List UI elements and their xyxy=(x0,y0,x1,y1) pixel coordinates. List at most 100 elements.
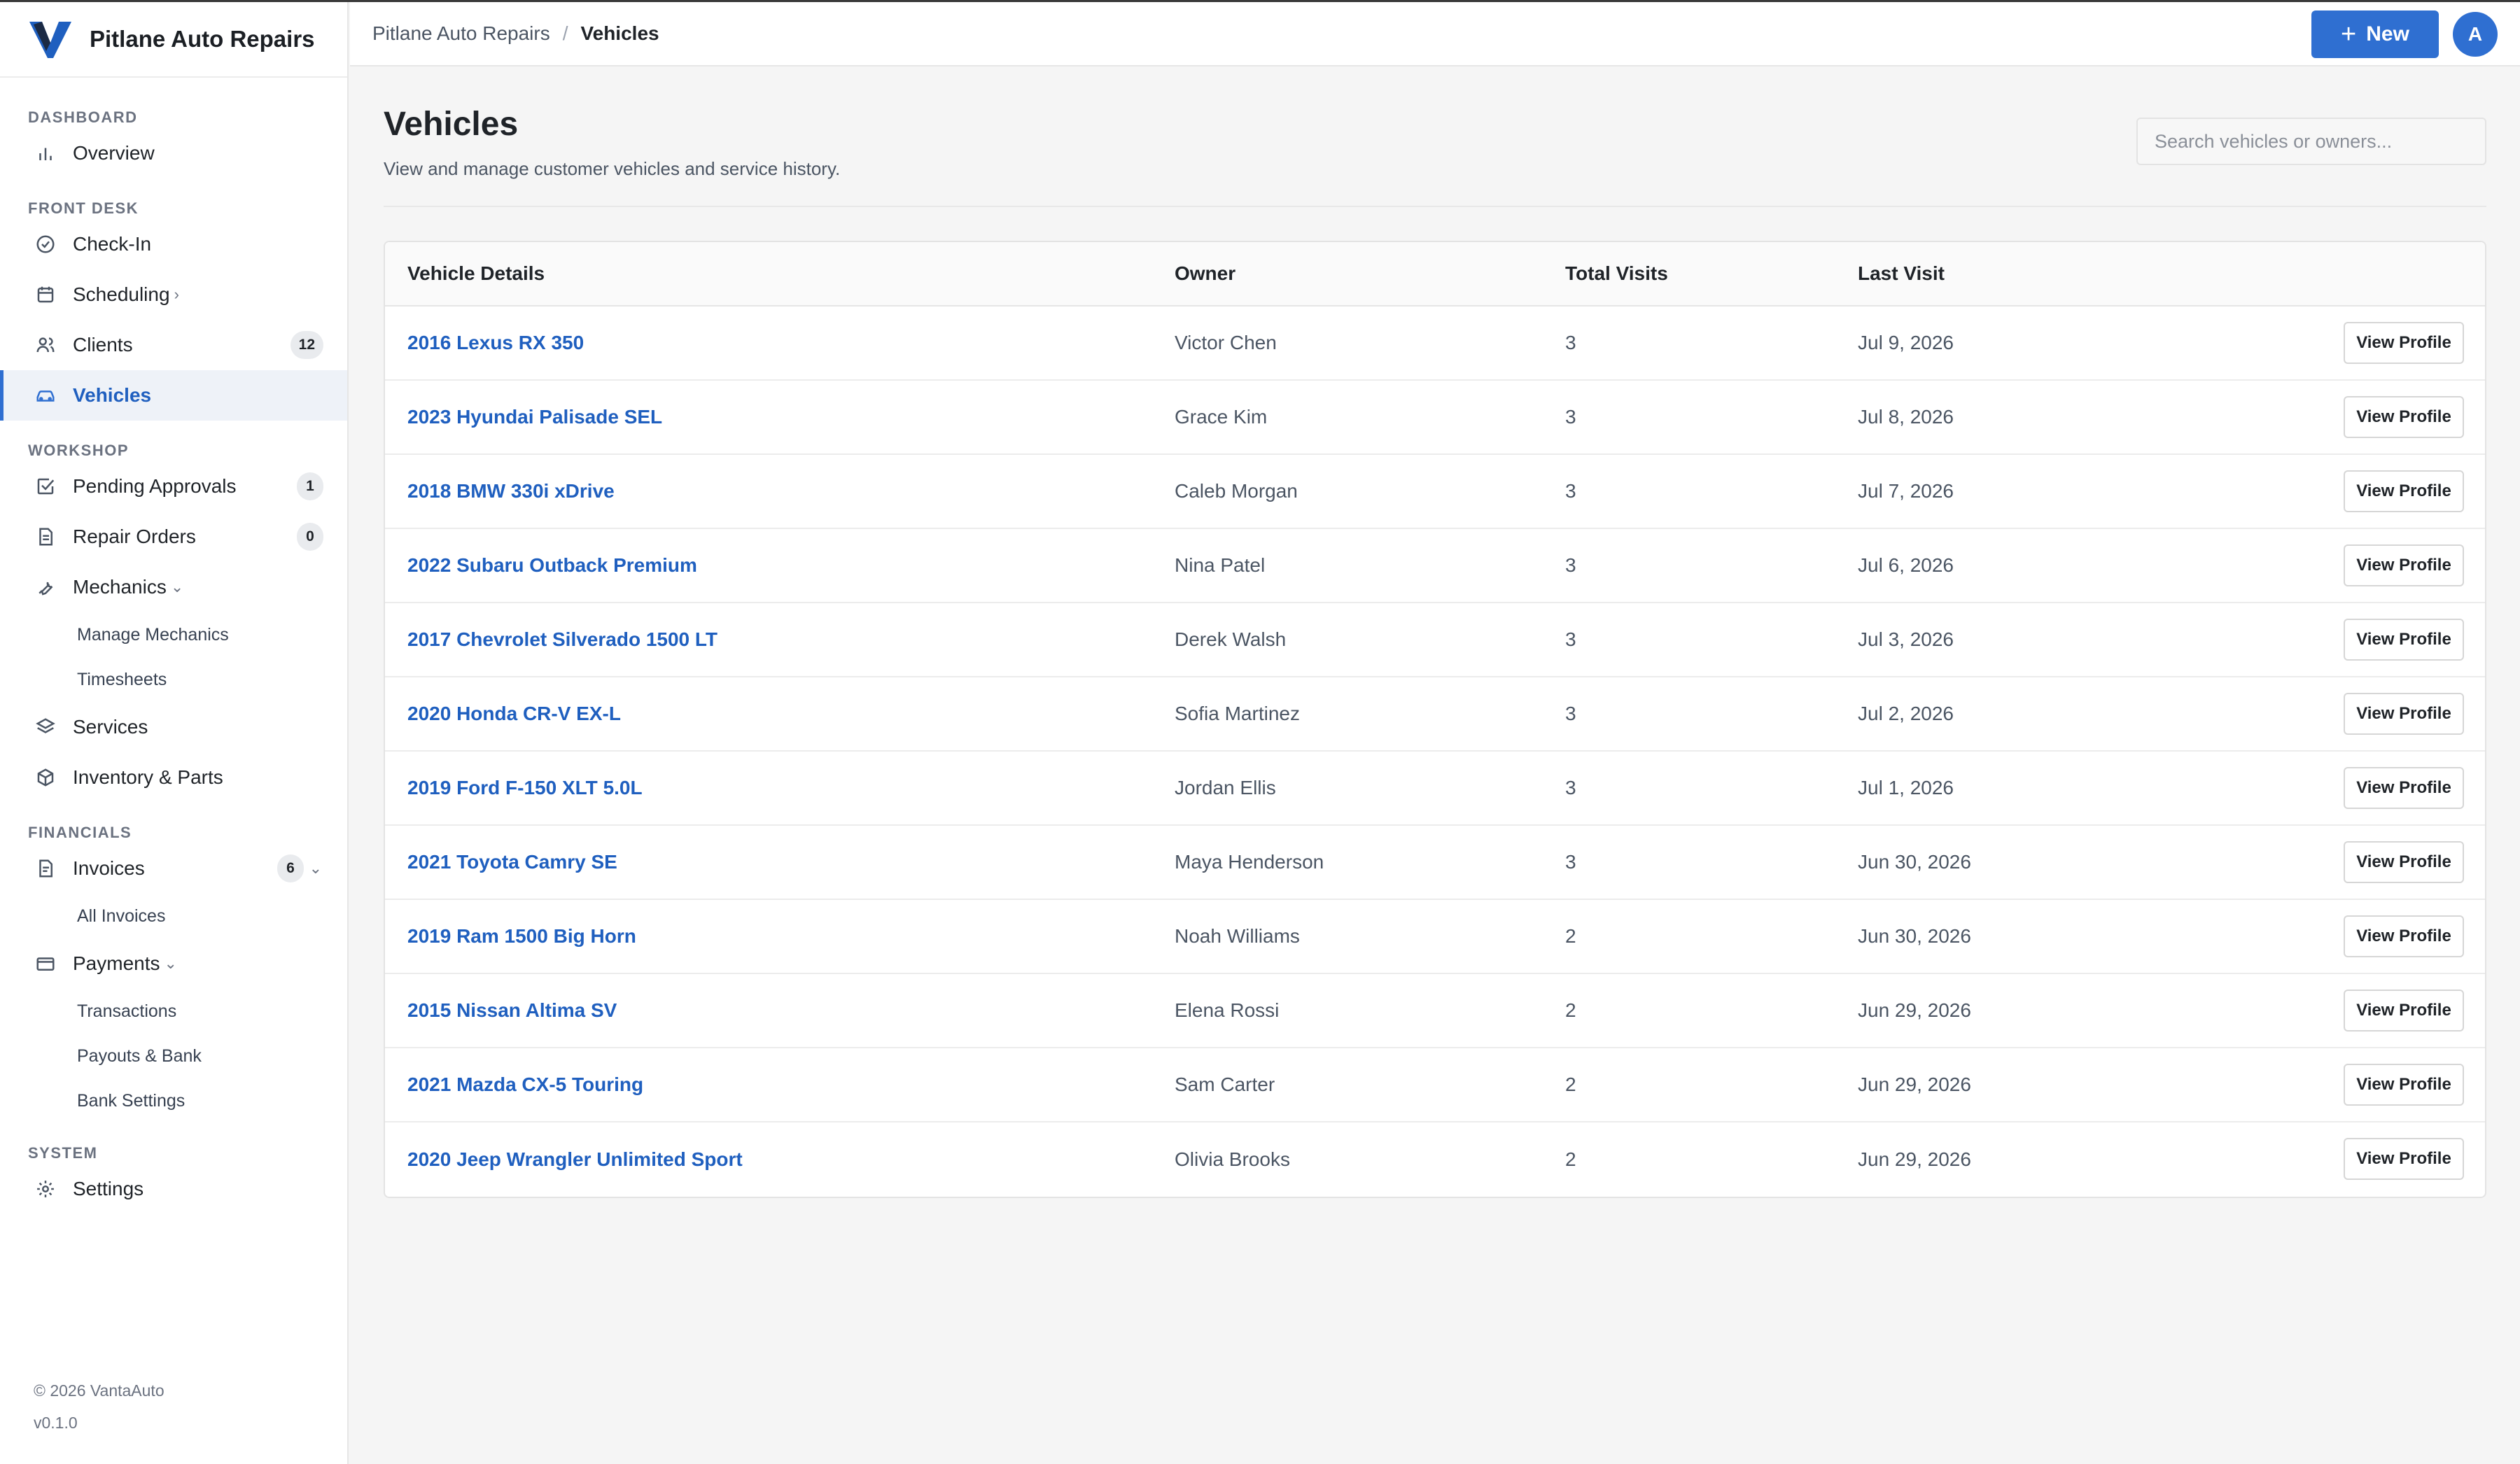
sidebar-subitem-payouts[interactable]: Payouts & Bank xyxy=(0,1034,347,1078)
vehicle-link[interactable]: 2017 Chevrolet Silverado 1500 LT xyxy=(407,628,718,651)
sidebar-nav: DASHBOARD Overview FRONT DESK Check-In S… xyxy=(0,78,347,1214)
sidebar-item-label: Repair Orders xyxy=(73,526,196,547)
sidebar-item-overview[interactable]: Overview xyxy=(0,128,347,178)
sidebar-subitem-manage-mechanics[interactable]: Manage Mechanics xyxy=(0,612,347,657)
section-title-financials: FINANCIALS xyxy=(28,824,132,841)
table-row: 2022 Subaru Outback Premium Nina Patel 3… xyxy=(385,529,2485,603)
view-profile-button[interactable]: View Profile xyxy=(2344,915,2464,957)
sidebar-item-payments[interactable]: Payments ⌄ xyxy=(0,938,347,989)
view-profile-button[interactable]: View Profile xyxy=(2344,693,2464,735)
table-row: 2020 Jeep Wrangler Unlimited Sport Olivi… xyxy=(385,1122,2485,1197)
sidebar-item-scheduling[interactable]: Scheduling › xyxy=(0,269,347,320)
sidebar-item-label: Inventory & Parts xyxy=(73,766,223,788)
search-input[interactable] xyxy=(2136,118,2486,165)
sidebar-subitem-all-invoices[interactable]: All Invoices xyxy=(0,894,347,938)
sidebar-subitem-bank-settings[interactable]: Bank Settings xyxy=(0,1078,347,1123)
sidebar-subitem-transactions[interactable]: Transactions xyxy=(0,989,347,1034)
sidebar-item-invoices[interactable]: Invoices 6 ⌄ xyxy=(0,843,347,894)
section-title-workshop: WORKSHOP xyxy=(28,442,129,459)
calendar-icon xyxy=(34,283,57,307)
breadcrumb-root[interactable]: Pitlane Auto Repairs xyxy=(372,22,550,45)
gear-icon xyxy=(34,1177,57,1201)
column-header-vehicle: Vehicle Details xyxy=(407,262,545,284)
sidebar-item-inventory[interactable]: Inventory & Parts xyxy=(0,752,347,803)
car-icon xyxy=(34,383,57,407)
vehicle-link[interactable]: 2020 Jeep Wrangler Unlimited Sport xyxy=(407,1148,743,1171)
sidebar-item-clients[interactable]: Clients 12 xyxy=(0,320,347,370)
pending-count-badge: 1 xyxy=(297,472,323,500)
last-visit-cell: Jul 7, 2026 xyxy=(1858,480,1954,502)
avatar[interactable]: A xyxy=(2453,12,2498,57)
vehicle-link[interactable]: 2021 Toyota Camry SE xyxy=(407,851,617,873)
sidebar-item-label: Mechanics xyxy=(73,576,167,598)
last-visit-cell: Jul 2, 2026 xyxy=(1858,703,1954,724)
new-button-label: New xyxy=(2366,22,2409,45)
view-profile-button[interactable]: View Profile xyxy=(2344,322,2464,364)
version-text: v0.1.0 xyxy=(34,1414,78,1432)
sidebar-subitem-timesheets[interactable]: Timesheets xyxy=(0,657,347,702)
last-visit-cell: Jun 30, 2026 xyxy=(1858,925,1971,947)
breadcrumb-current: Vehicles xyxy=(580,22,659,44)
sidebar-item-mechanics[interactable]: Mechanics ⌄ xyxy=(0,562,347,612)
vehicle-link[interactable]: 2023 Hyundai Palisade SEL xyxy=(407,406,662,428)
repair-orders-count-badge: 0 xyxy=(297,523,323,551)
vehicle-link[interactable]: 2021 Mazda CX-5 Touring xyxy=(407,1074,643,1096)
view-profile-button[interactable]: View Profile xyxy=(2344,544,2464,586)
sidebar-item-label: Payments xyxy=(73,952,160,974)
vehicle-link[interactable]: 2019 Ford F-150 XLT 5.0L xyxy=(407,777,643,799)
section-front-desk: FRONT DESK Check-In Scheduling › Clients… xyxy=(0,198,347,421)
visits-cell: 2 xyxy=(1565,999,1576,1021)
sidebar-item-label: Settings xyxy=(73,1178,144,1199)
vehicle-link[interactable]: 2022 Subaru Outback Premium xyxy=(407,554,697,577)
vehicle-link[interactable]: 2020 Honda CR-V EX-L xyxy=(407,703,621,725)
sidebar-footer: © 2026 VantaAuto v0.1.0 xyxy=(34,1374,164,1439)
section-title-front-desk: FRONT DESK xyxy=(28,199,139,217)
vehicles-table: Vehicle Details Owner Total Visits Last … xyxy=(384,241,2486,1198)
last-visit-cell: Jun 30, 2026 xyxy=(1858,851,1971,873)
page-subtitle: View and manage customer vehicles and se… xyxy=(384,158,841,179)
vehicle-link[interactable]: 2019 Ram 1500 Big Horn xyxy=(407,925,636,948)
sidebar-item-label: Invoices xyxy=(73,857,145,879)
view-profile-button[interactable]: View Profile xyxy=(2344,396,2464,438)
section-system: SYSTEM Settings xyxy=(0,1143,347,1214)
sidebar: Pitlane Auto Repairs DASHBOARD Overview … xyxy=(0,2,349,1464)
check-circle-icon xyxy=(34,232,57,256)
owner-cell: Sofia Martinez xyxy=(1175,703,1300,724)
sidebar-item-settings[interactable]: Settings xyxy=(0,1164,347,1214)
owner-cell: Noah Williams xyxy=(1175,925,1300,947)
section-title-system: SYSTEM xyxy=(28,1144,98,1162)
section-workshop: WORKSHOP Pending Approvals 1 Repair Orde… xyxy=(0,440,347,803)
sidebar-item-checkin[interactable]: Check-In xyxy=(0,219,347,269)
view-profile-button[interactable]: View Profile xyxy=(2344,990,2464,1032)
page-title: Vehicles xyxy=(384,106,519,143)
sidebar-item-repair-orders[interactable]: Repair Orders 0 xyxy=(0,512,347,562)
owner-cell: Sam Carter xyxy=(1175,1074,1275,1095)
section-financials: FINANCIALS Invoices 6 ⌄ All Invoices Pay… xyxy=(0,822,347,1123)
view-profile-button[interactable]: View Profile xyxy=(2344,619,2464,661)
new-button[interactable]: + New xyxy=(2311,10,2439,58)
view-profile-button[interactable]: View Profile xyxy=(2344,841,2464,883)
sidebar-item-label: Pending Approvals xyxy=(73,475,237,497)
view-profile-button[interactable]: View Profile xyxy=(2344,470,2464,512)
table-row: 2016 Lexus RX 350 Victor Chen 3 Jul 9, 2… xyxy=(385,307,2485,381)
vehicle-link[interactable]: 2016 Lexus RX 350 xyxy=(407,332,584,354)
owner-cell: Jordan Ellis xyxy=(1175,777,1276,798)
users-icon xyxy=(34,333,57,357)
owner-cell: Elena Rossi xyxy=(1175,999,1280,1021)
vehicle-link[interactable]: 2015 Nissan Altima SV xyxy=(407,999,617,1022)
view-profile-button[interactable]: View Profile xyxy=(2344,1138,2464,1180)
view-profile-button[interactable]: View Profile xyxy=(2344,1064,2464,1106)
sidebar-item-services[interactable]: Services xyxy=(0,702,347,752)
visits-cell: 2 xyxy=(1565,925,1576,947)
vehicle-link[interactable]: 2018 BMW 330i xDrive xyxy=(407,480,615,502)
sidebar-item-vehicles[interactable]: Vehicles xyxy=(0,370,347,421)
view-profile-button[interactable]: View Profile xyxy=(2344,767,2464,809)
chevron-right-icon: › xyxy=(174,286,179,303)
owner-cell: Olivia Brooks xyxy=(1175,1148,1290,1170)
visits-cell: 3 xyxy=(1565,628,1576,650)
sidebar-item-pending-approvals[interactable]: Pending Approvals 1 xyxy=(0,461,347,512)
owner-cell: Derek Walsh xyxy=(1175,628,1287,650)
visits-cell: 2 xyxy=(1565,1074,1576,1095)
brand[interactable]: Pitlane Auto Repairs xyxy=(0,2,347,78)
invoice-icon xyxy=(34,857,57,880)
